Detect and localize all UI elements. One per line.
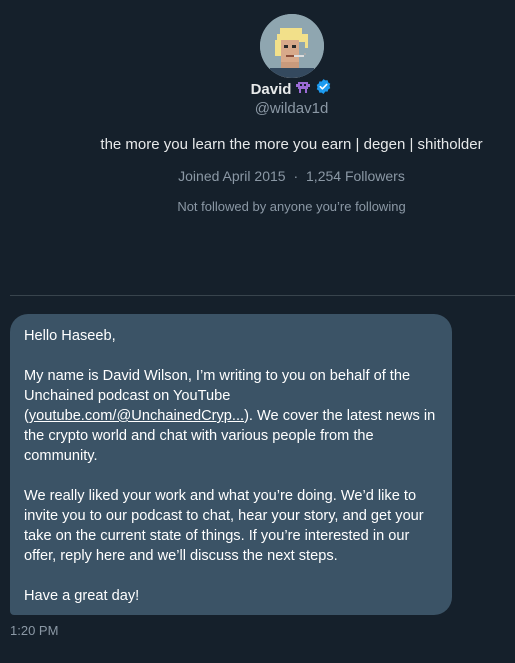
user-bio: the more you learn the more you earn | d… — [100, 136, 483, 153]
profile-meta: Joined April 2015 · 1,254 Followers — [0, 168, 515, 184]
dm-profile-header: David @wildav1d the more you learn the m… — [0, 0, 515, 296]
message-bubble[interactable]: Hello Haseeb, My name is David Wilson, I… — [10, 314, 452, 615]
display-name[interactable]: David — [251, 81, 292, 98]
not-followed-notice: Not followed by anyone you’re following — [177, 199, 406, 214]
meta-separator: · — [293, 168, 299, 184]
message-timestamp: 1:20 PM — [10, 623, 59, 638]
user-handle[interactable]: @wildav1d — [0, 100, 515, 117]
message-closing: Have a great day! — [24, 588, 140, 604]
avatar-pixel-art-image — [260, 14, 324, 78]
name-row: David — [0, 78, 515, 100]
message-paragraph-2: We really liked your work and what you’r… — [24, 488, 424, 564]
verified-badge-icon — [315, 78, 332, 100]
alien-monster-icon — [295, 79, 311, 100]
user-avatar[interactable] — [260, 14, 324, 78]
message-greeting: Hello Haseeb, — [24, 328, 116, 344]
followers-count[interactable]: 1,254 Followers — [306, 168, 405, 184]
conversation-divider — [10, 295, 515, 296]
message-paragraph-1: My name is David Wilson, I’m writing to … — [24, 366, 438, 466]
youtube-link[interactable]: youtube.com/@UnchainedCryp... — [29, 408, 244, 424]
joined-date: Joined April 2015 — [178, 168, 286, 184]
